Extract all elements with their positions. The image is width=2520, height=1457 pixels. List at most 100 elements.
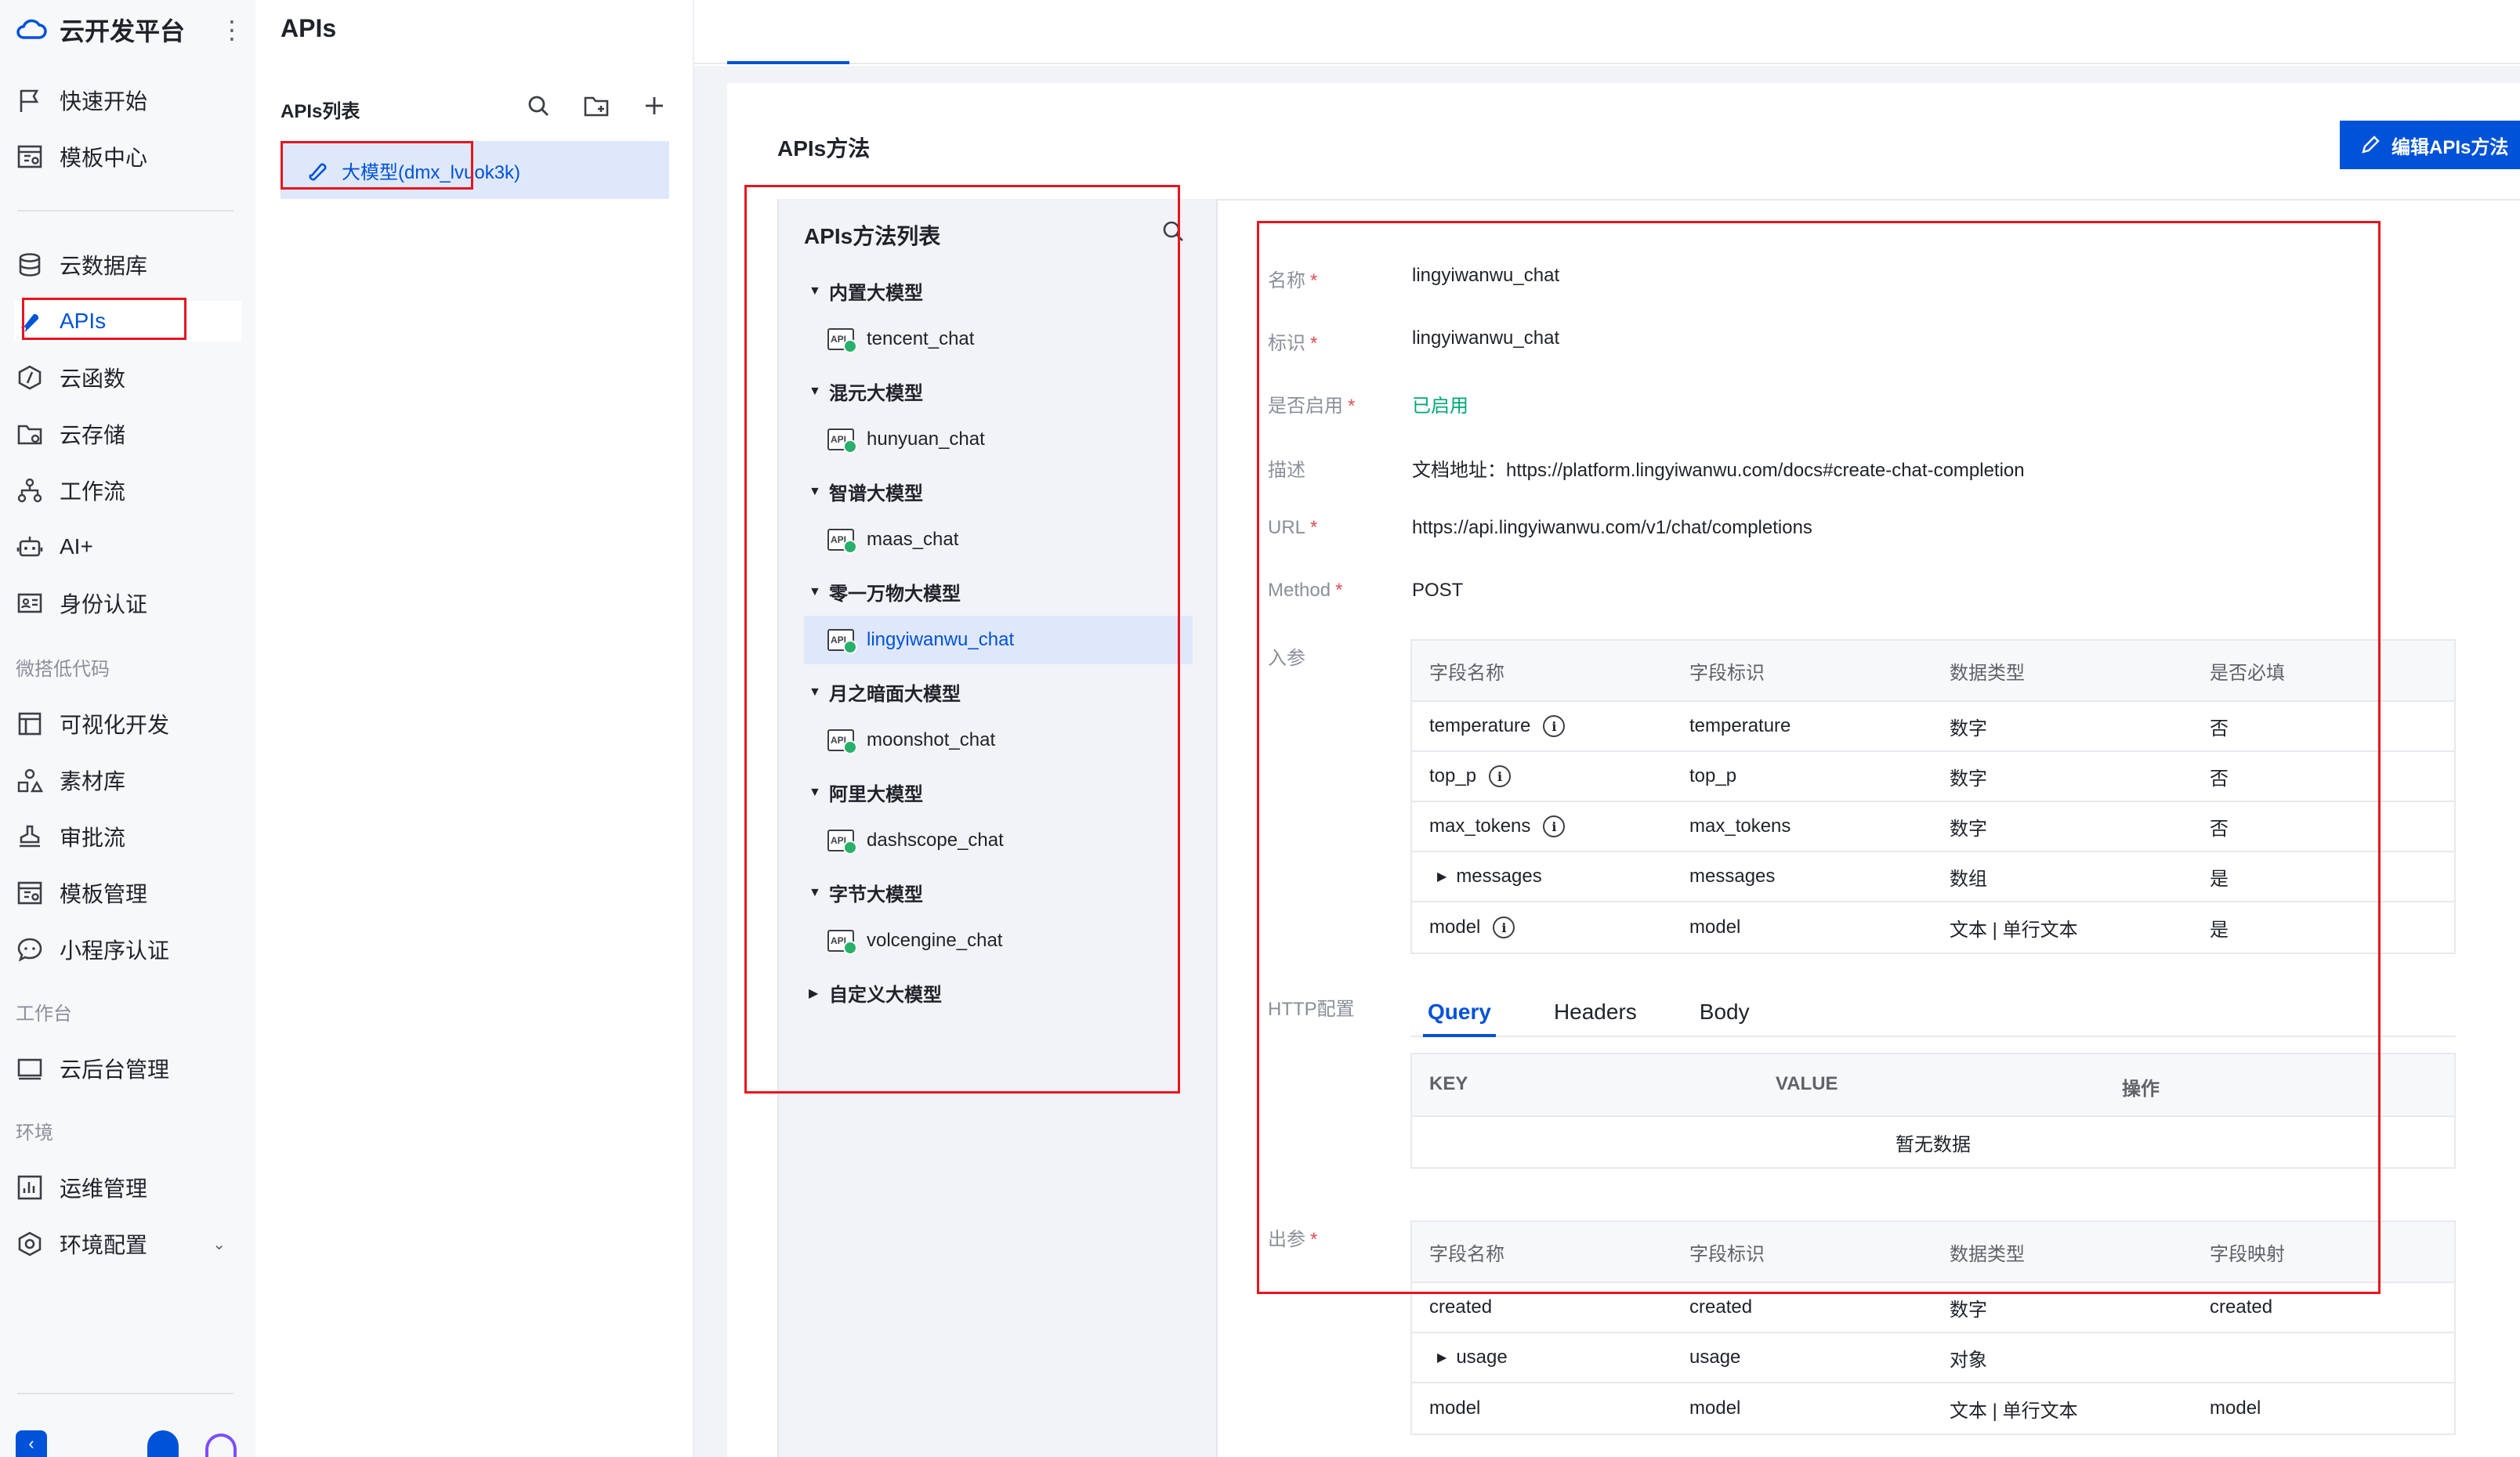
tree-group-label: 内置大模型 <box>829 283 923 304</box>
sidebar-section-lowcode: 微搭低代码 <box>16 659 110 680</box>
tree-leaf[interactable]: API moonshot_chat <box>804 716 1193 765</box>
sidebar-item-apis[interactable]: APIs <box>14 301 241 342</box>
sidebar-item-label: 模板中心 <box>60 146 148 170</box>
sidebar-item-label: 素材库 <box>60 769 126 794</box>
table-row: created created 数字 created <box>1412 1283 2454 1333</box>
info-icon[interactable]: i <box>1493 916 1515 938</box>
expand-caret-icon[interactable]: ▶ <box>1437 869 1446 884</box>
caret-down-icon: ▼ <box>809 785 821 799</box>
methods-tree-title: APIs方法列表 <box>804 224 941 248</box>
table-cell: 对象 <box>1950 1349 1987 1371</box>
tree-leaf-label: tencent_chat <box>867 328 975 349</box>
tree-leaf-selected[interactable]: API lingyiwanwu_chat <box>804 616 1193 664</box>
api-doc-icon: API <box>827 629 857 654</box>
sidebar-item-ai[interactable]: AI+ <box>14 526 241 567</box>
collapse-sidebar-icon[interactable]: ‹ <box>16 1430 47 1457</box>
sidebar-item-template-center[interactable]: 模板中心 <box>14 136 241 177</box>
tree-leaf[interactable]: API dashscope_chat <box>804 816 1193 865</box>
top-tab-bar <box>694 0 2520 64</box>
sidebar-section-env: 环境 <box>16 1123 53 1144</box>
tree-group[interactable]: ▼ 混元大模型 <box>809 378 923 405</box>
add-icon[interactable] <box>641 92 668 119</box>
flag-icon <box>14 85 45 116</box>
sidebar-item-quickstart[interactable]: 快速开始 <box>14 80 241 121</box>
tree-group[interactable]: ▼ 字节大模型 <box>809 879 923 906</box>
chevron-down-icon[interactable]: ⌄ <box>212 1235 226 1254</box>
tree-group[interactable]: ▼ 月之暗面大模型 <box>809 678 961 706</box>
input-params-table: 字段名称 字段标识 数据类型 是否必填 temperature i tempera… <box>1410 639 2456 954</box>
tree-leaf[interactable]: API hunyuan_chat <box>804 415 1193 464</box>
sidebar-item-cloud-admin[interactable]: 云后台管理 <box>14 1048 241 1089</box>
layout-icon <box>14 708 45 739</box>
shapes-icon <box>14 765 45 796</box>
sidebar-item-label: 云后台管理 <box>60 1058 170 1082</box>
table-row[interactable]: ▶ messages messages 数组 是 <box>1412 852 2454 902</box>
info-icon[interactable]: i <box>1543 815 1566 837</box>
sidebar-item-label: 可视化开发 <box>60 713 170 737</box>
folder-icon <box>14 418 45 450</box>
search-icon[interactable] <box>525 92 552 119</box>
tree-leaf[interactable]: API tencent_chat <box>804 315 1193 363</box>
more-menu-icon[interactable]: ⋮ <box>219 16 244 44</box>
tab-headers[interactable]: Headers <box>1554 985 1637 1036</box>
settings-icon <box>14 1228 45 1260</box>
tree-leaf-label: dashscope_chat <box>867 830 1004 851</box>
table-header-cell: 字段名称 <box>1429 662 1504 684</box>
field-label-method: Method * <box>1268 580 1343 601</box>
info-icon[interactable]: i <box>1543 715 1566 737</box>
table-cell: ▶ messages <box>1437 866 1542 887</box>
user-avatar-icon[interactable] <box>147 1430 179 1457</box>
tree-leaf-label: moonshot_chat <box>867 729 996 750</box>
tree-group[interactable]: ▶ 自定义大模型 <box>809 979 942 1007</box>
sidebar-item-label: 云函数 <box>60 367 126 391</box>
table-cell: top_p <box>1689 765 1737 786</box>
table-header-cell: 操作 <box>2122 1079 2160 1100</box>
tree-group[interactable]: ▼ 零一万物大模型 <box>809 578 961 606</box>
field-value-desc: 文档地址：https://platform.lingyiwanwu.com/do… <box>1412 460 2025 481</box>
tree-group[interactable]: ▼ 内置大模型 <box>809 277 923 305</box>
caret-down-icon: ▼ <box>809 885 821 899</box>
info-icon[interactable]: i <box>1489 765 1512 787</box>
methods-card-title: APIs方法 <box>777 136 871 161</box>
sidebar-item-storage[interactable]: 云存储 <box>14 414 241 454</box>
new-folder-icon[interactable] <box>583 92 610 119</box>
query-params-table: KEY VALUE 操作 暂无数据 <box>1410 1053 2456 1169</box>
sidebar-item-label: AI+ <box>60 534 93 559</box>
sidebar-item-database[interactable]: 云数据库 <box>14 244 241 285</box>
field-label-desc: 描述 <box>1268 460 1305 481</box>
table-row: model model 文本 | 单行文本 model <box>1412 1383 2454 1434</box>
sidebar-item-visual-dev[interactable]: 可视化开发 <box>14 703 241 744</box>
api-link-icon <box>309 163 327 181</box>
tree-group[interactable]: ▼ 智谱大模型 <box>809 478 923 505</box>
tree-leaf[interactable]: API volcengine_chat <box>804 916 1193 965</box>
edit-methods-button[interactable]: 编辑APIs方法 <box>2340 121 2520 169</box>
app-logo[interactable]: 云开发平台 <box>14 14 185 45</box>
sidebar-item-template-manage[interactable]: 模板管理 <box>14 873 241 913</box>
apis-list-item[interactable]: 大模型(dmx_lvuok3k) <box>281 141 669 199</box>
tree-group-label: 智谱大模型 <box>829 483 923 504</box>
field-label-url: URL * <box>1268 517 1318 538</box>
tree-group-label: 字节大模型 <box>829 884 923 906</box>
sidebar-item-workflow[interactable]: 工作流 <box>14 470 241 511</box>
tree-group[interactable]: ▼ 阿里大模型 <box>809 779 923 806</box>
sidebar-item-miniprogram-auth[interactable]: 小程序认证 <box>14 929 241 970</box>
tab-query[interactable]: Query <box>1423 985 1496 1037</box>
sidebar-item-functions[interactable]: 云函数 <box>14 357 241 398</box>
sidebar-item-auth[interactable]: 身份认证 <box>14 583 241 624</box>
table-row[interactable]: ▶ usage usage 对象 <box>1412 1333 2454 1383</box>
api-doc-icon: API <box>827 930 857 955</box>
sidebar-item-ops[interactable]: 运维管理 <box>14 1167 241 1208</box>
expand-caret-icon[interactable]: ▶ <box>1437 1350 1446 1365</box>
table-cell: max_tokens <box>1689 815 1791 837</box>
tree-leaf[interactable]: API maas_chat <box>804 515 1193 564</box>
field-value-id: lingyiwanwu_chat <box>1412 327 1560 349</box>
apis-list-actions <box>525 92 668 119</box>
sidebar-item-env-config[interactable]: 环境配置 ⌄ <box>14 1224 241 1264</box>
sidebar-item-assets[interactable]: 素材库 <box>14 760 241 801</box>
sidebar-item-approval[interactable]: 审批流 <box>14 816 241 857</box>
apis-list-item-label: 大模型(dmx_lvuok3k) <box>342 161 521 183</box>
table-cell: model <box>1689 1397 1741 1419</box>
template-icon <box>14 877 45 909</box>
tab-body[interactable]: Body <box>1700 985 1750 1036</box>
search-icon[interactable] <box>1161 219 1188 246</box>
